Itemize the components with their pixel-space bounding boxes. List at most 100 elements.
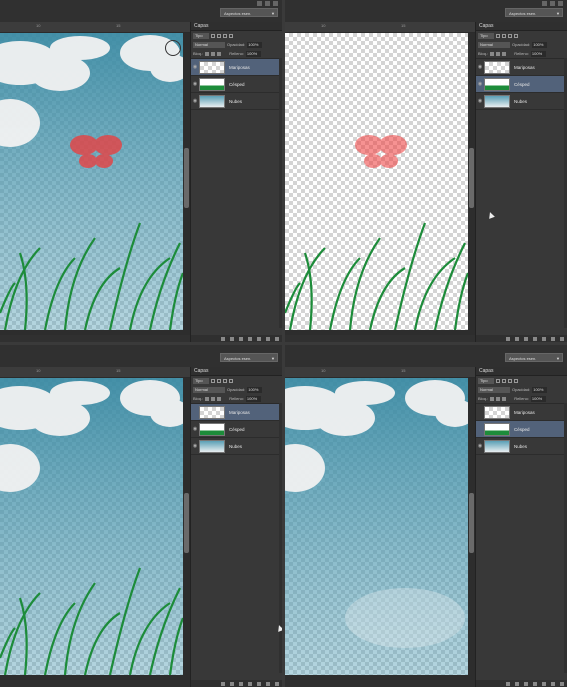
layer-row[interactable]: Mariposas bbox=[191, 404, 282, 421]
lock-all-icon[interactable] bbox=[502, 51, 507, 56]
vertical-scrollbar[interactable] bbox=[183, 378, 190, 675]
fill-input[interactable]: 100% bbox=[245, 50, 261, 57]
layer-row[interactable]: ◉ Nubes bbox=[476, 93, 567, 110]
lock-position-icon[interactable] bbox=[211, 396, 216, 401]
eye-icon[interactable]: ◉ bbox=[476, 64, 484, 70]
vertical-scrollbar[interactable] bbox=[183, 33, 190, 330]
folder-icon[interactable] bbox=[542, 681, 546, 686]
folder-icon[interactable] bbox=[257, 681, 261, 686]
adjustment-filter-icon[interactable] bbox=[217, 378, 221, 383]
opacity-input[interactable]: 100% bbox=[247, 41, 263, 48]
pixel-filter-icon[interactable] bbox=[496, 33, 500, 38]
eye-icon[interactable]: ◉ bbox=[191, 426, 199, 432]
layer-row[interactable]: ◉ Mariposas bbox=[476, 59, 567, 76]
blend-mode-select[interactable]: Normal bbox=[478, 41, 510, 48]
layer-row[interactable]: ◉ Césped bbox=[476, 76, 567, 93]
layer-row[interactable]: ◉ Mariposas bbox=[191, 59, 282, 76]
document-canvas[interactable] bbox=[0, 378, 183, 675]
mask-icon[interactable] bbox=[524, 336, 528, 341]
lock-pixels-icon[interactable] bbox=[205, 51, 210, 56]
eye-icon[interactable]: ◉ bbox=[191, 98, 199, 104]
mask-icon[interactable] bbox=[524, 681, 528, 686]
blend-mode-select[interactable]: Normal bbox=[193, 41, 225, 48]
shape-filter-icon[interactable] bbox=[514, 378, 518, 383]
trash-icon[interactable] bbox=[560, 336, 564, 341]
lock-all-icon[interactable] bbox=[502, 396, 507, 401]
layer-row[interactable]: Mariposas bbox=[476, 404, 567, 421]
panel-scrollbar[interactable] bbox=[279, 58, 282, 328]
fx-icon[interactable] bbox=[515, 681, 519, 686]
lock-all-icon[interactable] bbox=[217, 51, 222, 56]
new-layer-icon[interactable] bbox=[551, 336, 555, 341]
layer-row[interactable]: ◉ Césped bbox=[191, 76, 282, 93]
folder-icon[interactable] bbox=[542, 336, 546, 341]
window-controls[interactable] bbox=[542, 1, 563, 6]
eye-icon[interactable]: ◉ bbox=[191, 64, 199, 70]
adjustment-filter-icon[interactable] bbox=[502, 33, 506, 38]
adjustment-filter-icon[interactable] bbox=[502, 378, 506, 383]
lock-position-icon[interactable] bbox=[496, 51, 501, 56]
type-filter-icon[interactable] bbox=[223, 33, 227, 38]
blend-mode-select[interactable]: Normal bbox=[193, 386, 225, 393]
mask-icon[interactable] bbox=[239, 681, 243, 686]
new-layer-icon[interactable] bbox=[266, 336, 270, 341]
kind-filter-select[interactable]: Tipo bbox=[193, 377, 209, 384]
kind-filter-select[interactable]: Tipo bbox=[193, 32, 209, 39]
trash-icon[interactable] bbox=[560, 681, 564, 686]
folder-icon[interactable] bbox=[257, 336, 261, 341]
lock-all-icon[interactable] bbox=[217, 396, 222, 401]
type-filter-icon[interactable] bbox=[508, 33, 512, 38]
shape-filter-icon[interactable] bbox=[229, 33, 233, 38]
vertical-scrollbar[interactable] bbox=[468, 378, 475, 675]
lock-pixels-icon[interactable] bbox=[205, 396, 210, 401]
tab-layers[interactable]: Capas bbox=[476, 22, 567, 31]
link-icon[interactable] bbox=[221, 681, 225, 686]
adjustment-icon[interactable] bbox=[248, 336, 252, 341]
workspace-select[interactable]: Aspectos esen. ▼ bbox=[220, 8, 278, 17]
kind-filter-select[interactable]: Tipo bbox=[478, 377, 494, 384]
fill-input[interactable]: 100% bbox=[245, 395, 261, 402]
workspace-select[interactable]: Aspectos esen. ▼ bbox=[505, 8, 563, 17]
shape-filter-icon[interactable] bbox=[229, 378, 233, 383]
adjustment-icon[interactable] bbox=[533, 336, 537, 341]
layer-row[interactable]: ◉ Nubes bbox=[191, 438, 282, 455]
eye-icon[interactable]: ◉ bbox=[191, 81, 199, 87]
adjustment-icon[interactable] bbox=[533, 681, 537, 686]
panel-scrollbar[interactable] bbox=[279, 403, 282, 673]
tab-layers[interactable]: Capas bbox=[191, 22, 282, 31]
tab-layers[interactable]: Capas bbox=[476, 367, 567, 376]
pixel-filter-icon[interactable] bbox=[211, 378, 215, 383]
document-canvas[interactable] bbox=[285, 33, 468, 330]
link-icon[interactable] bbox=[506, 681, 510, 686]
new-layer-icon[interactable] bbox=[551, 681, 555, 686]
opacity-input[interactable]: 100% bbox=[532, 386, 548, 393]
layer-row[interactable]: ◉ Nubes bbox=[191, 93, 282, 110]
fx-icon[interactable] bbox=[230, 681, 234, 686]
eye-icon[interactable]: ◉ bbox=[476, 98, 484, 104]
kind-filter-select[interactable]: Tipo bbox=[478, 32, 494, 39]
fx-icon[interactable] bbox=[230, 336, 234, 341]
trash-icon[interactable] bbox=[275, 681, 279, 686]
fill-input[interactable]: 100% bbox=[530, 395, 546, 402]
layer-row[interactable]: ◉ Nubes bbox=[476, 438, 567, 455]
opacity-input[interactable]: 100% bbox=[532, 41, 548, 48]
mask-icon[interactable] bbox=[239, 336, 243, 341]
blend-mode-select[interactable]: Normal bbox=[478, 386, 510, 393]
trash-icon[interactable] bbox=[275, 336, 279, 341]
lock-pixels-icon[interactable] bbox=[490, 396, 495, 401]
eye-icon[interactable]: ◉ bbox=[476, 443, 484, 449]
eye-icon[interactable]: ◉ bbox=[191, 443, 199, 449]
workspace-select[interactable]: Aspectos esen. ▼ bbox=[220, 353, 278, 362]
shape-filter-icon[interactable] bbox=[514, 33, 518, 38]
type-filter-icon[interactable] bbox=[508, 378, 512, 383]
lock-position-icon[interactable] bbox=[496, 396, 501, 401]
lock-pixels-icon[interactable] bbox=[490, 51, 495, 56]
layer-row[interactable]: ◉ Césped bbox=[191, 421, 282, 438]
adjustment-icon[interactable] bbox=[248, 681, 252, 686]
tab-layers[interactable]: Capas bbox=[191, 367, 282, 376]
eye-icon[interactable]: ◉ bbox=[476, 81, 484, 87]
layer-row[interactable]: Césped bbox=[476, 421, 567, 438]
window-controls[interactable] bbox=[257, 1, 278, 6]
opacity-input[interactable]: 100% bbox=[247, 386, 263, 393]
link-icon[interactable] bbox=[506, 336, 510, 341]
